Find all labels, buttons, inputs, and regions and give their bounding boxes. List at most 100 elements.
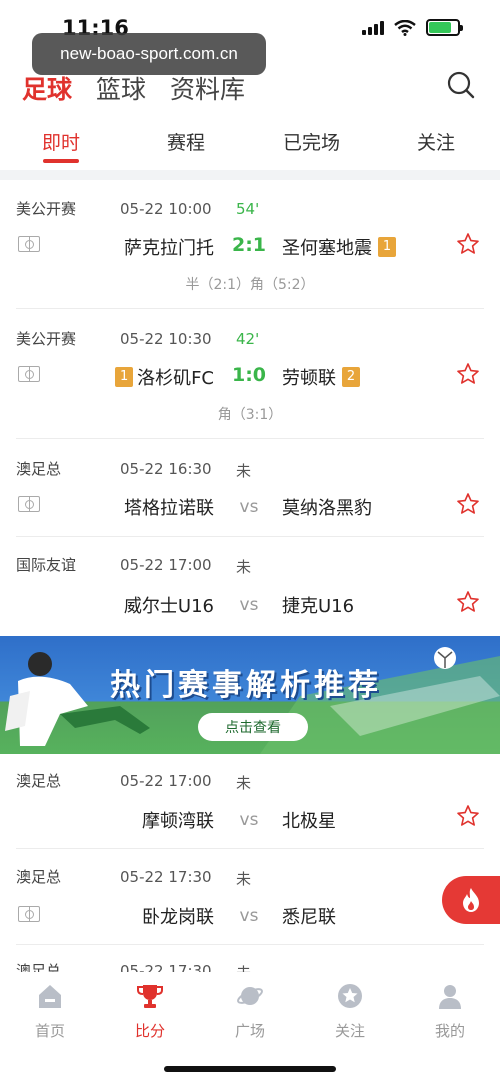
away-team-name: 圣何塞地震 [282, 238, 372, 259]
match-time: 05-22 17:00 [120, 556, 212, 574]
row-divider [16, 308, 484, 309]
home-team-name: 摩顿湾联 [142, 811, 214, 832]
fire-icon [463, 888, 479, 912]
tab-following[interactable]: 关注 [417, 128, 455, 155]
tab-schedule[interactable]: 赛程 [167, 128, 205, 155]
tab-basketball[interactable]: 篮球 [96, 70, 146, 106]
match-status: 未 [236, 870, 252, 888]
home-team: 威尔士U16 [124, 592, 214, 618]
row-divider [16, 438, 484, 439]
away-team: 劳顿联 2 [282, 364, 360, 390]
banner-title: 热门赛事解析推荐 [110, 668, 382, 703]
league-name: 澳足总 [16, 868, 62, 886]
nav-label: 比分 [134, 1022, 165, 1040]
match-status: 未 [236, 462, 252, 480]
match-score: 2:1 [231, 234, 267, 256]
league-name: 澳足总 [16, 772, 62, 790]
pitch-icon [18, 906, 40, 922]
tab-football[interactable]: 足球 [22, 70, 72, 106]
match-extra-info: 半（2:1）角（5:2） [185, 277, 315, 293]
match-time: 05-22 10:00 [120, 200, 212, 218]
away-team-name: 莫纳洛黑豹 [282, 498, 372, 519]
home-team-name: 萨克拉门托 [124, 238, 214, 259]
row-divider [16, 536, 484, 537]
away-team: 北极星 [282, 807, 336, 833]
nav-scores[interactable]: 比分 [110, 982, 190, 1041]
home-team-name: 塔格拉诺联 [124, 498, 214, 519]
pitch-icon [18, 236, 40, 252]
match-extra-info: 角（3:1） [217, 407, 283, 423]
match-row[interactable]: 澳足总 05-22 17:30 未 [0, 960, 500, 972]
nav-home[interactable]: 首页 [10, 982, 90, 1041]
pitch-icon [18, 496, 40, 512]
home-team: 卧龙岗联 [142, 903, 214, 929]
sport-tabs: 足球 篮球 资料库 [22, 70, 245, 106]
match-time: 05-22 16:30 [120, 460, 212, 478]
home-team: 塔格拉诺联 [124, 494, 214, 520]
match-status: 未 [236, 962, 251, 972]
away-team-name: 捷克U16 [282, 596, 355, 617]
red-card-badge: 1 [378, 237, 396, 257]
match-time: 05-22 10:30 [120, 330, 212, 348]
away-team: 悉尼联 [282, 903, 336, 929]
home-team: 摩顿湾联 [142, 807, 214, 833]
planet-icon [237, 987, 263, 1005]
away-team: 捷克U16 [282, 592, 354, 618]
match-time: 05-22 17:30 [120, 962, 212, 972]
home-team-name: 卧龙岗联 [142, 907, 214, 928]
league-name: 美公开赛 [16, 200, 77, 218]
search-icon[interactable] [446, 70, 476, 100]
nav-label: 关注 [334, 1022, 365, 1040]
star-icon[interactable] [456, 492, 480, 516]
match-vs: vs [239, 906, 259, 926]
home-icon [39, 985, 61, 1008]
nav-label: 广场 [234, 1022, 265, 1040]
away-team-name: 劳顿联 [282, 368, 336, 389]
match-time: 05-22 17:00 [120, 772, 212, 790]
nav-profile[interactable]: 我的 [410, 982, 490, 1041]
nav-square[interactable]: 广场 [210, 982, 290, 1041]
wifi-icon [394, 19, 416, 36]
home-indicator [164, 1066, 336, 1072]
status-icons [362, 19, 463, 36]
section-divider [0, 170, 500, 180]
battery-icon [426, 19, 463, 36]
hot-float-button[interactable] [442, 876, 500, 924]
tab-live[interactable]: 即时 [42, 128, 80, 155]
match-status: 未 [236, 558, 252, 576]
red-card-badge: 1 [115, 367, 134, 387]
star-icon[interactable] [456, 362, 480, 386]
star-icon[interactable] [456, 232, 480, 256]
row-divider [16, 944, 484, 945]
nav-following[interactable]: 关注 [310, 982, 390, 1041]
away-team-name: 悉尼联 [282, 907, 336, 928]
home-team: 1 洛杉矶FC [115, 364, 214, 390]
league-name: 国际友谊 [16, 556, 77, 574]
star-circle-icon [338, 984, 362, 1008]
match-status: 42' [236, 330, 260, 348]
active-tab-indicator [43, 159, 79, 163]
tab-database[interactable]: 资料库 [170, 70, 245, 106]
nav-label: 我的 [434, 1022, 465, 1040]
tab-finished[interactable]: 已完场 [283, 128, 340, 155]
match-score: 1:0 [231, 364, 267, 386]
home-team-name: 洛杉矶FC [137, 368, 214, 389]
url-bar[interactable]: new-boao-sport.com.cn [32, 33, 266, 75]
banner-view-button[interactable]: 点击查看 [198, 713, 308, 741]
match-vs: vs [239, 810, 259, 830]
league-name: 澳足总 [16, 962, 62, 972]
star-icon[interactable] [456, 804, 480, 828]
trophy-icon [137, 985, 163, 1008]
star-icon[interactable] [456, 590, 480, 614]
away-team: 圣何塞地震 1 [282, 234, 396, 260]
match-status: 未 [236, 774, 252, 792]
away-team: 莫纳洛黑豹 [282, 494, 372, 520]
red-card-badge: 2 [342, 367, 360, 387]
match-vs: vs [239, 595, 259, 615]
home-team-name: 威尔士U16 [123, 596, 214, 617]
match-vs: vs [239, 497, 259, 517]
match-status: 54' [236, 200, 260, 218]
match-time: 05-22 17:30 [120, 868, 212, 886]
nav-label: 首页 [34, 1022, 65, 1040]
away-team-name: 北极星 [282, 811, 336, 832]
